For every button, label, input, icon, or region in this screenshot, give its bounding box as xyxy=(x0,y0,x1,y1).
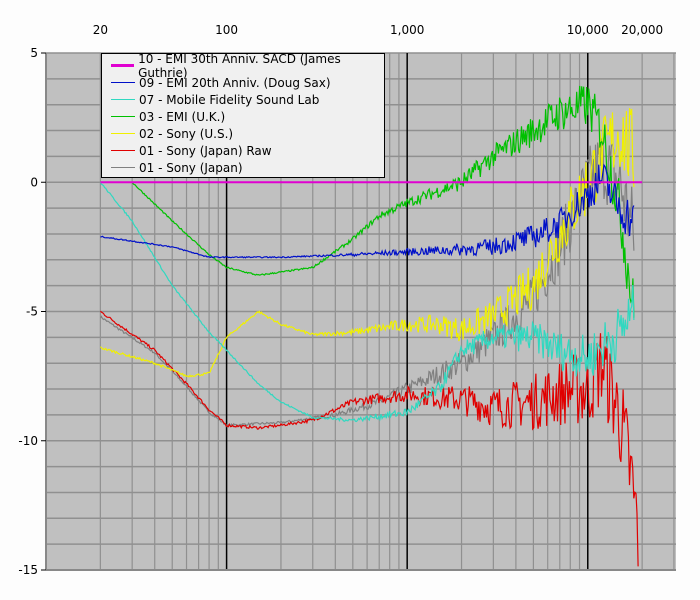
legend: 10 - EMI 30th Anniv. SACD (James Guthrie… xyxy=(101,52,385,178)
legend-label: 02 - Sony (U.S.) xyxy=(139,126,234,141)
y-tick-label: -5 xyxy=(26,305,38,319)
x-tick-label: 20 xyxy=(93,23,108,37)
legend-item: 10 - EMI 30th Anniv. SACD (James Guthrie… xyxy=(102,52,384,80)
legend-label: 01 - Sony (Japan) Raw xyxy=(139,143,272,158)
x-tick-label: 20,000 xyxy=(621,23,663,37)
legend-item: 03 - EMI (U.K.) xyxy=(102,108,384,125)
legend-item: 02 - Sony (U.S.) xyxy=(102,125,384,142)
legend-swatch xyxy=(111,167,135,168)
legend-swatch xyxy=(111,133,135,134)
legend-item: 01 - Sony (Japan) Raw xyxy=(102,142,384,159)
y-tick-label: 5 xyxy=(30,46,38,60)
legend-label: 01 - Sony (Japan) xyxy=(139,160,243,175)
legend-label: 07 - Mobile Fidelity Sound Lab xyxy=(139,92,320,107)
legend-item: 07 - Mobile Fidelity Sound Lab xyxy=(102,91,384,108)
x-tick-label: 100 xyxy=(215,23,238,37)
y-tick-label: -15 xyxy=(18,563,38,577)
legend-swatch xyxy=(111,99,135,100)
y-tick-label: 0 xyxy=(30,175,38,189)
legend-label: 03 - EMI (U.K.) xyxy=(139,109,226,124)
chart: 5 0 -5 -10 -15 20 100 1,000 10,000 20,000 10 - EM… xyxy=(0,0,700,600)
legend-label: 09 - EMI 20th Anniv. (Doug Sax) xyxy=(139,75,331,90)
legend-swatch xyxy=(111,64,135,67)
x-tick-label: 10,000 xyxy=(567,23,609,37)
y-tick-label: -10 xyxy=(18,434,38,448)
legend-swatch xyxy=(111,82,135,83)
legend-item: 01 - Sony (Japan) xyxy=(102,159,384,176)
legend-swatch xyxy=(111,116,135,117)
x-tick-label: 1,000 xyxy=(390,23,424,37)
legend-swatch xyxy=(111,150,135,151)
